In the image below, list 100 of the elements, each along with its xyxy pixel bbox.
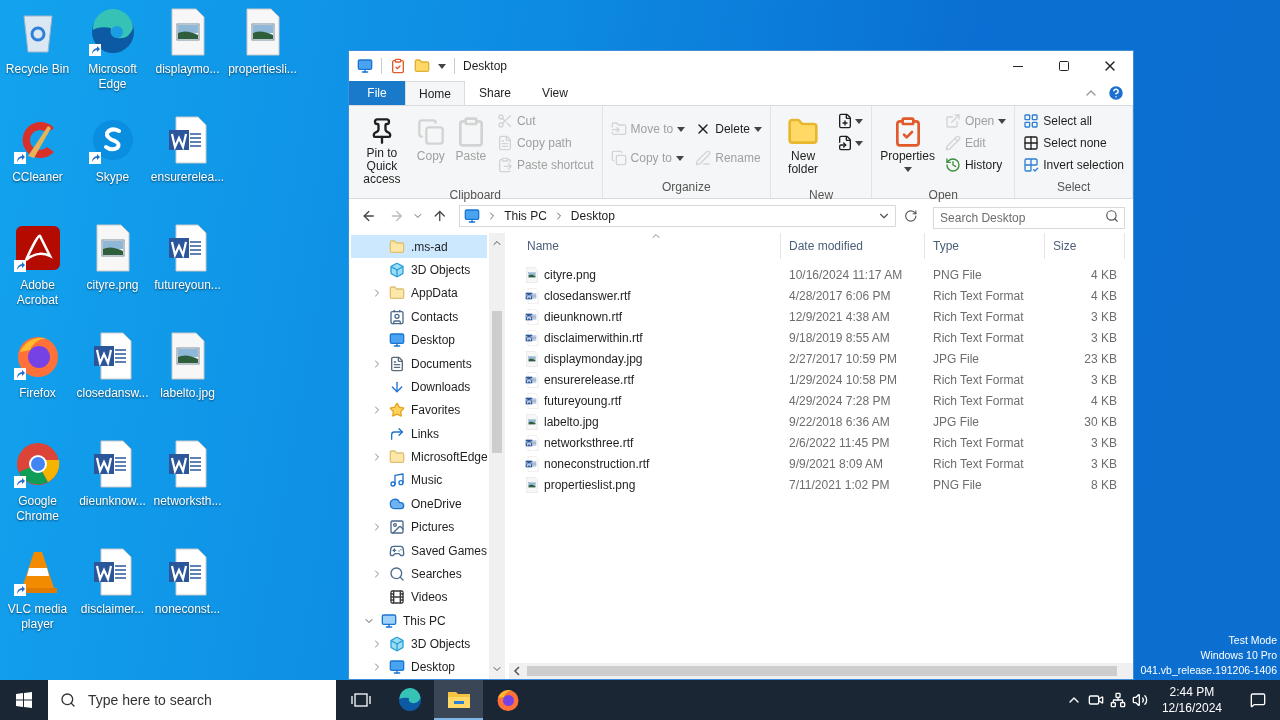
column-header[interactable]: Type — [925, 233, 1045, 259]
nav-item[interactable]: .ms-ad — [351, 235, 487, 259]
breadcrumb[interactable]: Desktop — [570, 207, 615, 225]
image-file-icon — [524, 350, 540, 367]
folder-icon — [446, 689, 471, 709]
ribbon-button[interactable]: Pin to Quick access — [353, 110, 411, 186]
nav-item[interactable]: 3D Objects — [351, 632, 487, 656]
ribbon-tab[interactable]: Share — [465, 81, 525, 105]
nav-item[interactable]: 3D Objects — [351, 258, 487, 282]
word-document-icon — [524, 434, 540, 451]
file-row[interactable]: futureyoung.rtf 4/29/2024 7:28 PM Rich Text Format 4 KB — [519, 390, 1133, 411]
file-name: cityre.png — [544, 266, 597, 284]
nav-item[interactable]: Pictures — [351, 515, 487, 539]
scroll-left-icon[interactable] — [513, 666, 521, 676]
ribbon-button[interactable]: New folder — [774, 110, 832, 186]
picture-icon — [389, 519, 405, 536]
search-icon — [60, 692, 76, 708]
test-mode-text: Windows 10 Pro — [1200, 648, 1277, 663]
file-name: networksthree.rtf — [544, 434, 634, 452]
desktop-icon[interactable] — [13, 224, 62, 272]
date-cell-text: 9/22/2018 6:36 AM — [788, 413, 891, 431]
scrollbar-thumb[interactable] — [492, 311, 502, 453]
file-name: dieunknown.rtf — [544, 308, 623, 326]
type-cell-text: Rich Text Format — [932, 392, 1025, 410]
network-icon[interactable] — [1109, 692, 1126, 708]
ribbon-button[interactable]: Select all — [1019, 110, 1128, 132]
word-document-icon — [524, 371, 540, 388]
nav-item[interactable]: MicrosoftEdge — [351, 445, 487, 469]
nav-item[interactable]: Music — [351, 468, 487, 493]
image-file-icon — [524, 476, 540, 493]
size-cell-text: 23 KB — [1083, 350, 1118, 368]
ribbon-button[interactable]: Invert selection — [1019, 154, 1128, 176]
column-header[interactable]: Name — [519, 233, 781, 259]
type-cell-text: Rich Text Format — [932, 434, 1025, 452]
word-document-icon — [524, 392, 540, 409]
rename-icon — [695, 150, 712, 166]
ribbon-button[interactable]: Delete — [691, 118, 766, 140]
file-name: propertieslist.png — [544, 476, 636, 494]
file-row[interactable]: closedanswer.rtf 4/28/2017 6:06 PM Rich Text Format 4 KB — [519, 285, 1133, 306]
nav-item[interactable]: OneDrive — [351, 492, 487, 516]
file-row[interactable]: disclaimerwithin.rtf 9/18/2019 8:55 AM Rich Text Format 3 KB — [519, 327, 1133, 348]
nav-item[interactable]: Downloads — [351, 375, 487, 399]
column-header[interactable]: Date modified — [781, 233, 925, 259]
contact-card-icon — [389, 308, 405, 325]
clock[interactable]: 2:44 PM 12/16/2024 — [1153, 684, 1230, 716]
horizontal-scrollbar[interactable] — [509, 663, 1133, 679]
move-icon — [610, 121, 627, 137]
desktop-icon[interactable] — [88, 8, 137, 56]
nav-item[interactable]: Favorites — [351, 398, 487, 422]
taskbar-button[interactable] — [434, 680, 483, 720]
properties-icon[interactable] — [390, 58, 406, 74]
file-row[interactable]: dieunknown.rtf 12/9/2021 4:38 AM Rich Text Format 3 KB — [519, 306, 1133, 327]
file-row[interactable]: labelto.jpg 9/22/2018 6:36 AM JPG File 30 KB — [519, 411, 1133, 432]
scrollbar[interactable] — [489, 233, 505, 679]
file-row[interactable]: cityre.png 10/16/2024 11:17 AM PNG File 4 KB — [519, 264, 1133, 285]
file-row[interactable]: noneconstruction.rtf 9/9/2021 8:09 AM Rich Text Format 3 KB — [519, 453, 1133, 474]
date-cell-text: 4/29/2024 7:28 PM — [788, 392, 892, 410]
refresh-icon[interactable] — [903, 209, 918, 223]
nav-item[interactable]: AppData — [351, 281, 487, 306]
nav-item[interactable]: Searches — [351, 562, 487, 586]
desktop-icon[interactable] — [13, 440, 62, 488]
type-cell-text: PNG File — [932, 266, 983, 284]
ribbon-tab[interactable]: File — [349, 81, 405, 105]
nav-item[interactable]: Saved Games — [351, 538, 487, 563]
nav-item[interactable]: Desktop — [351, 328, 487, 352]
type-cell-text: PNG File — [932, 476, 983, 494]
address-bar[interactable]: This PC Desktop — [459, 205, 896, 227]
scrollbar-thumb[interactable] — [527, 666, 1117, 676]
nav-item[interactable]: Videos — [351, 585, 487, 609]
type-cell-text: Rich Text Format — [932, 455, 1025, 473]
volume-icon[interactable] — [1131, 692, 1148, 708]
nav-item[interactable]: Desktop — [351, 655, 487, 679]
ribbon-button[interactable]: Select none — [1019, 132, 1128, 154]
nav-item[interactable]: Contacts — [351, 305, 487, 329]
ribbon-group-label: Clipboard — [448, 187, 502, 204]
nav-item[interactable]: Links — [351, 422, 487, 446]
window-title: Desktop — [463, 58, 508, 75]
file-row[interactable]: ensurerelease.rtf 1/29/2024 10:58 PM Rich Text Format 3 KB — [519, 369, 1133, 390]
taskbar-search-field[interactable]: Type here to search — [48, 680, 336, 720]
ribbon-tab[interactable]: Home — [405, 81, 465, 105]
camera-icon[interactable] — [1087, 692, 1104, 708]
ribbon-group-label: New — [808, 187, 835, 204]
test-mode-text: Test Mode — [1228, 633, 1277, 648]
file-row[interactable]: propertieslist.png 7/11/2021 1:02 PM PNG File 8 KB — [519, 474, 1133, 495]
breadcrumb[interactable]: This PC — [504, 207, 547, 225]
ribbon-tab[interactable]: View — [525, 81, 585, 105]
nav-item[interactable]: Documents — [351, 351, 487, 376]
word-document-icon — [524, 287, 540, 304]
help-icon[interactable] — [1107, 84, 1125, 102]
ribbon-button[interactable]: History — [940, 154, 1011, 176]
file-name: ensurerelease.rtf — [544, 371, 635, 389]
back-icon[interactable] — [361, 208, 377, 224]
file-row[interactable]: networksthree.rtf 2/6/2022 11:45 PM Rich Text Format 3 KB — [519, 432, 1133, 453]
nav-item[interactable]: This PC — [351, 609, 487, 633]
invert-selection-icon — [1023, 157, 1040, 173]
shortcut-arrow-icon — [88, 44, 101, 56]
column-header[interactable]: Size — [1045, 233, 1125, 259]
search-field[interactable]: Search Desktop — [933, 207, 1125, 229]
file-row[interactable]: displaymonday.jpg 2/27/2017 10:59 PM JPG File 23 KB — [519, 348, 1133, 369]
ribbon-button[interactable]: Properties — [876, 110, 939, 186]
